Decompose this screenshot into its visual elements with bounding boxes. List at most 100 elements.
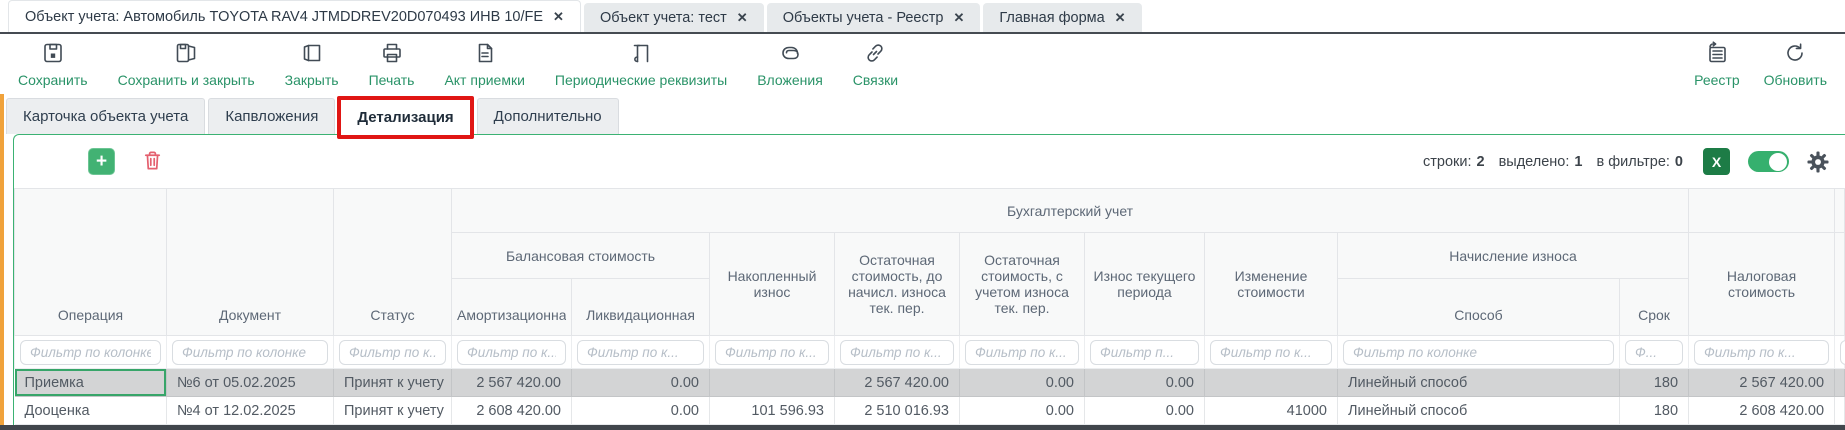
- filter-input-extra[interactable]: [1840, 340, 1845, 365]
- filter-input-liquidation[interactable]: [577, 340, 704, 365]
- registry-icon: [1705, 41, 1729, 70]
- cell-liquidation[interactable]: 0.00: [572, 369, 710, 397]
- cell-term[interactable]: 180: [1620, 397, 1689, 425]
- cell-amortized[interactable]: 2 608 420.00: [452, 397, 572, 425]
- detailing-panel: + строки: 2 выделено: 1 в фильтре: 0 X: [13, 134, 1845, 425]
- excel-export-button[interactable]: X: [1703, 148, 1730, 175]
- tab-label: Главная форма: [999, 10, 1104, 26]
- cell-operation[interactable]: Приемка: [15, 369, 167, 397]
- close-icon[interactable]: ✕: [1115, 10, 1126, 26]
- save-button[interactable]: Сохранить: [18, 41, 88, 88]
- cell-tax-value[interactable]: 2 567 420.00: [1689, 369, 1835, 397]
- cell-status[interactable]: Принят к учету: [334, 397, 452, 425]
- cell-method[interactable]: Линейный способ: [1338, 369, 1620, 397]
- col-header-term[interactable]: Срок: [1620, 279, 1689, 336]
- cell-document[interactable]: №4 от 12.02.2025: [167, 397, 334, 425]
- left-accent-strip: [0, 94, 4, 430]
- header-spacer: [1835, 233, 1845, 336]
- subtab-bar: Карточка объекта учета Капвложения Детал…: [0, 94, 1845, 134]
- cell-amortized[interactable]: 2 567 420.00: [452, 369, 572, 397]
- cell-residual-after[interactable]: 0.00: [960, 397, 1085, 425]
- filter-input-term[interactable]: [1625, 340, 1683, 365]
- toggle-switch[interactable]: [1748, 151, 1789, 172]
- links-button[interactable]: Связки: [853, 41, 898, 88]
- cell-method[interactable]: Линейный способ: [1338, 397, 1620, 425]
- cell-value-change[interactable]: [1205, 369, 1338, 397]
- add-row-button[interactable]: +: [88, 148, 115, 175]
- tab-registry[interactable]: Объекты учета - Реестр ✕: [767, 3, 981, 32]
- cell-operation[interactable]: Дооценка: [15, 397, 167, 425]
- table-row[interactable]: Дооценка №4 от 12.02.2025 Принят к учету…: [15, 397, 1845, 425]
- col-header-tax-value[interactable]: Налоговая стоимость: [1689, 233, 1835, 336]
- selected-label: выделено:: [1499, 154, 1570, 170]
- col-header-amortized[interactable]: Амортизационная: [452, 279, 572, 336]
- cell-liquidation[interactable]: 0.00: [572, 397, 710, 425]
- filter-input-value-change[interactable]: [1210, 340, 1332, 365]
- cell-residual-before[interactable]: 2 510 016.93: [835, 397, 960, 425]
- tab-label: Объект учета: тест: [600, 10, 727, 26]
- close-button[interactable]: Закрыть: [285, 41, 339, 88]
- periodic-attributes-button[interactable]: Периодические реквизиты: [555, 41, 727, 88]
- filter-input-method[interactable]: [1343, 340, 1614, 365]
- col-header-status[interactable]: Статус: [334, 189, 452, 336]
- close-icon[interactable]: ✕: [553, 9, 564, 25]
- attachments-button[interactable]: Вложения: [757, 41, 823, 88]
- subtab-object-card[interactable]: Карточка объекта учета: [6, 98, 205, 134]
- cell-term[interactable]: 180: [1620, 369, 1689, 397]
- button-label: Сохранить: [18, 72, 88, 88]
- col-header-accumulated-wear[interactable]: Накопленный износ: [710, 233, 835, 336]
- save-and-close-button[interactable]: Сохранить и закрыть: [118, 41, 255, 88]
- col-header-method[interactable]: Способ: [1338, 279, 1620, 336]
- cell-accumulated-wear[interactable]: 101 596.93: [710, 397, 835, 425]
- cell-tax-value[interactable]: 2 608 420.00: [1689, 397, 1835, 425]
- button-label: Обновить: [1764, 72, 1827, 88]
- gear-icon[interactable]: [1807, 151, 1829, 173]
- col-header-operation[interactable]: Операция: [15, 189, 167, 336]
- button-label: Сохранить и закрыть: [118, 72, 255, 88]
- close-icon[interactable]: ✕: [737, 10, 748, 26]
- group-header-balance-value: Балансовая стоимость: [452, 233, 710, 279]
- filter-input-accumulated-wear[interactable]: [715, 340, 829, 365]
- filter-input-residual-after[interactable]: [965, 340, 1079, 365]
- table-row[interactable]: Приемка №6 от 05.02.2025 Принят к учету …: [15, 369, 1845, 397]
- col-header-residual-after[interactable]: Остаточная стоимость, с учетом износа те…: [960, 233, 1085, 336]
- document-tabbar: Объект учета: Автомобиль TOYOTA RAV4 JTM…: [0, 0, 1845, 34]
- filter-input-residual-before[interactable]: [840, 340, 954, 365]
- button-label: Периодические реквизиты: [555, 72, 727, 88]
- cell-current-wear[interactable]: 0.00: [1085, 397, 1205, 425]
- delete-row-button[interactable]: [141, 148, 164, 176]
- group-header-wear-accrual: Начисление износа: [1338, 233, 1689, 279]
- filter-input-amortized[interactable]: [457, 340, 566, 365]
- close-icon[interactable]: ✕: [953, 10, 964, 26]
- cell-residual-after[interactable]: 0.00: [960, 369, 1085, 397]
- cell-status[interactable]: Принят к учету: [334, 369, 452, 397]
- acceptance-act-button[interactable]: Акт приемки: [444, 41, 524, 88]
- filter-input-status[interactable]: [339, 340, 446, 365]
- cell-value-change[interactable]: 41000: [1205, 397, 1338, 425]
- horizontal-scrollbar[interactable]: [0, 425, 1845, 430]
- cell-current-wear[interactable]: 0.00: [1085, 369, 1205, 397]
- tab-object-card[interactable]: Объект учета: Автомобиль TOYOTA RAV4 JTM…: [8, 0, 581, 32]
- cell-document[interactable]: №6 от 05.02.2025: [167, 369, 334, 397]
- registry-button[interactable]: Реестр: [1694, 41, 1740, 88]
- button-label: Реестр: [1694, 72, 1740, 88]
- subtab-capital-investments[interactable]: Капвложения: [208, 98, 335, 134]
- cell-residual-before[interactable]: 2 567 420.00: [835, 369, 960, 397]
- col-header-liquidation[interactable]: Ликвидационная: [572, 279, 710, 336]
- filter-input-document[interactable]: [172, 340, 328, 365]
- cell-accumulated-wear[interactable]: [710, 369, 835, 397]
- subtab-additional[interactable]: Дополнительно: [477, 98, 619, 134]
- tab-object-test[interactable]: Объект учета: тест ✕: [584, 3, 764, 32]
- col-header-residual-before[interactable]: Остаточная стоимость, до начисл. износа …: [835, 233, 960, 336]
- col-header-document[interactable]: Документ: [167, 189, 334, 336]
- subtab-detailing[interactable]: Детализация: [341, 100, 469, 135]
- refresh-button[interactable]: Обновить: [1764, 41, 1827, 88]
- toggle-knob: [1769, 153, 1787, 171]
- filter-input-operation[interactable]: [20, 340, 161, 365]
- filter-input-current-wear[interactable]: [1090, 340, 1199, 365]
- filter-input-tax-value[interactable]: [1694, 340, 1829, 365]
- tab-main-form[interactable]: Главная форма ✕: [983, 3, 1141, 32]
- col-header-value-change[interactable]: Изменение стоимости: [1205, 233, 1338, 336]
- col-header-current-wear[interactable]: Износ текущего периода: [1085, 233, 1205, 336]
- print-button[interactable]: Печать: [369, 41, 415, 88]
